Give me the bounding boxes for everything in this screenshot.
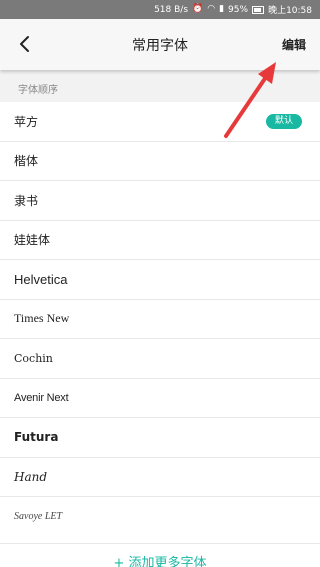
font-item-wawati[interactable]: 娃娃体 [0,221,320,260]
font-name: 苹方 [14,114,39,129]
font-item-savoye-let[interactable]: Savoye LET [0,497,320,537]
font-item-helvetica[interactable]: Helvetica [0,260,320,300]
alarm-icon: ⏰ [192,4,204,14]
font-name: 楷体 [14,154,39,169]
font-name: Times New [14,311,70,326]
font-name: Hand [14,469,48,484]
status-bar: 518 B/s ⏰ ◠ ▮ 95% 晚上10:58 [0,0,320,19]
font-name: Cochin [14,351,53,365]
font-item-futura[interactable]: Futura [0,418,320,458]
wifi-icon: ◠ [207,4,216,14]
font-item-pingfang[interactable]: 苹方 默认 [0,102,320,142]
nav-header: 常用字体 编辑 [0,19,320,70]
section-label: 字体顺序 [0,70,320,102]
font-name: 隶书 [14,193,39,208]
page-title: 常用字体 [132,38,188,54]
font-name: 娃娃体 [14,233,51,248]
signal-icon: ▮ [219,4,225,14]
font-name: Savoye LET [14,511,63,523]
add-more-fonts-button[interactable]: + 添加更多字体 [0,543,320,567]
font-item-kaiti[interactable]: 楷体 [0,142,320,181]
font-item-cochin[interactable]: Cochin [0,339,320,379]
edit-button[interactable]: 编辑 [282,36,306,53]
battery-icon [252,5,265,14]
font-name: Avenir Next [14,391,69,404]
battery-percent: 95% [228,4,249,15]
status-time: 晚上10:58 [268,6,312,16]
chevron-left-icon[interactable] [16,35,34,53]
font-name: Helvetica [14,271,68,287]
font-item-times-new[interactable]: Times New [0,300,320,339]
font-name: Futura [14,430,59,445]
font-item-lishu[interactable]: 隶书 [0,181,320,221]
network-speed: 518 B/s [154,4,189,15]
font-list: 苹方 默认 楷体 隶书 娃娃体 Helvetica Times New Coch… [0,102,320,537]
font-item-hand[interactable]: Hand [0,458,320,497]
default-badge: 默认 [265,113,302,129]
font-item-avenir-next[interactable]: Avenir Next [0,379,320,418]
